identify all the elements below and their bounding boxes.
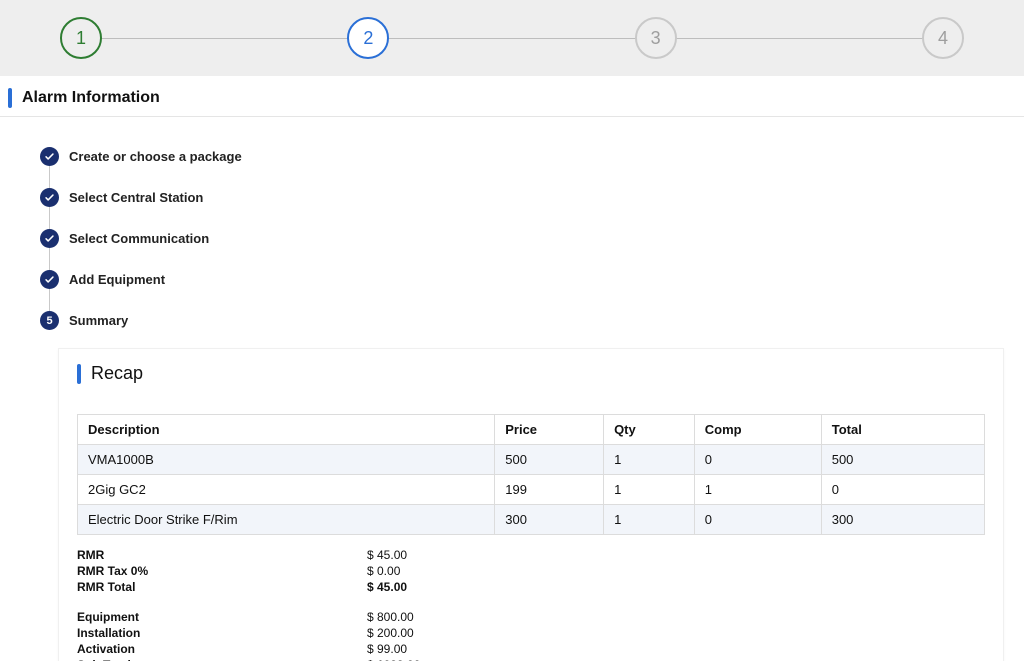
wizard-connector [49, 289, 50, 311]
section-title-text: Alarm Information [22, 89, 160, 107]
wizard-steps: Create or choose a package Select Centra… [0, 117, 1024, 340]
cell-price: 300 [495, 505, 604, 535]
totals-block: RMR $ 45.00 RMR Tax 0% $ 0.00 RMR Total … [77, 547, 985, 661]
totals-value: $ 1099.00 [367, 657, 420, 661]
table-row: Electric Door Strike F/Rim 300 1 0 300 [78, 505, 985, 535]
totals-row-activation: Activation $ 99.00 [77, 641, 985, 657]
totals-label: Sub Total [77, 657, 367, 661]
totals-row-rmr-total: RMR Total $ 45.00 [77, 579, 985, 595]
col-description: Description [78, 415, 495, 445]
wizard-step-summary[interactable]: 5 Summary [40, 311, 1024, 330]
cell-description: VMA1000B [78, 445, 495, 475]
check-icon [40, 270, 59, 289]
stepper-step-4[interactable]: 4 [922, 17, 964, 59]
cell-qty: 1 [604, 505, 695, 535]
cell-description: Electric Door Strike F/Rim [78, 505, 495, 535]
wizard-step-equipment[interactable]: Add Equipment [40, 270, 1024, 289]
totals-value: $ 800.00 [367, 609, 414, 625]
col-comp: Comp [694, 415, 821, 445]
totals-value: $ 45.00 [367, 547, 407, 563]
cell-price: 199 [495, 475, 604, 505]
cell-qty: 1 [604, 445, 695, 475]
totals-row-rmr: RMR $ 45.00 [77, 547, 985, 563]
totals-label: Installation [77, 625, 367, 641]
section-title-marker [8, 88, 12, 108]
totals-label: Equipment [77, 609, 367, 625]
stepper-step-1[interactable]: 1 [60, 17, 102, 59]
wizard-step-label: Select Central Station [69, 190, 203, 205]
totals-row-sub-total: Sub Total $ 1099.00 [77, 657, 985, 661]
stepper-step-3[interactable]: 3 [635, 17, 677, 59]
cell-comp: 0 [694, 505, 821, 535]
recap-card: Recap Description Price Qty Comp Total V… [58, 348, 1004, 661]
wizard-step-central-station[interactable]: Select Central Station [40, 188, 1024, 207]
check-icon [40, 147, 59, 166]
check-icon [40, 229, 59, 248]
recap-table: Description Price Qty Comp Total VMA1000… [77, 414, 985, 535]
wizard-step-communication[interactable]: Select Communication [40, 229, 1024, 248]
col-total: Total [821, 415, 984, 445]
table-row: 2Gig GC2 199 1 1 0 [78, 475, 985, 505]
totals-row-rmr-tax: RMR Tax 0% $ 0.00 [77, 563, 985, 579]
totals-value: $ 45.00 [367, 579, 407, 595]
totals-label: RMR Tax 0% [77, 563, 367, 579]
totals-row-installation: Installation $ 200.00 [77, 625, 985, 641]
check-icon [40, 188, 59, 207]
step-number-badge: 5 [40, 311, 59, 330]
cell-comp: 1 [694, 475, 821, 505]
cell-comp: 0 [694, 445, 821, 475]
col-price: Price [495, 415, 604, 445]
recap-title-marker [77, 364, 81, 384]
wizard-step-label: Summary [69, 313, 128, 328]
cell-total: 300 [821, 505, 984, 535]
totals-label: Activation [77, 641, 367, 657]
wizard-connector [49, 207, 50, 229]
section-title: Alarm Information [0, 76, 1024, 117]
top-stepper: 1 2 3 4 [0, 0, 1024, 76]
step-number: 5 [46, 315, 52, 327]
table-row: VMA1000B 500 1 0 500 [78, 445, 985, 475]
stepper-step-2[interactable]: 2 [347, 17, 389, 59]
totals-row-equipment: Equipment $ 800.00 [77, 609, 985, 625]
cell-total: 0 [821, 475, 984, 505]
wizard-step-label: Create or choose a package [69, 149, 242, 164]
wizard-step-package[interactable]: Create or choose a package [40, 147, 1024, 166]
cell-description: 2Gig GC2 [78, 475, 495, 505]
wizard-step-label: Select Communication [69, 231, 209, 246]
wizard-connector [49, 166, 50, 188]
wizard-connector [49, 248, 50, 270]
recap-title-text: Recap [91, 363, 143, 384]
cell-total: 500 [821, 445, 984, 475]
totals-label: RMR Total [77, 579, 367, 595]
totals-value: $ 0.00 [367, 563, 400, 579]
recap-title: Recap [77, 363, 985, 384]
totals-value: $ 200.00 [367, 625, 414, 641]
col-qty: Qty [604, 415, 695, 445]
cell-price: 500 [495, 445, 604, 475]
totals-value: $ 99.00 [367, 641, 407, 657]
wizard-step-label: Add Equipment [69, 272, 165, 287]
totals-label: RMR [77, 547, 367, 563]
cell-qty: 1 [604, 475, 695, 505]
table-header-row: Description Price Qty Comp Total [78, 415, 985, 445]
